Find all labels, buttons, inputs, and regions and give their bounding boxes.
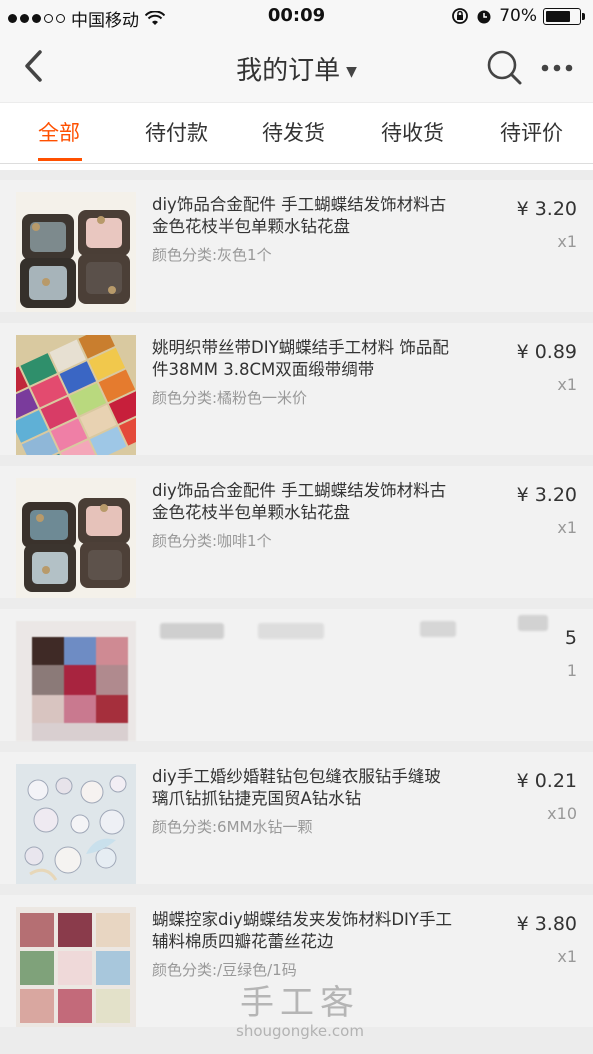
product-thumbnail xyxy=(16,764,136,884)
product-thumbnail xyxy=(16,192,136,312)
item-quantity: x1 xyxy=(557,375,577,394)
item-info: diy饰品合金配件 手工蝴蝶结发饰材料古金色花枝半包单颗水钻花盘 颜色分类:灰色… xyxy=(152,194,457,265)
orientation-lock-icon xyxy=(452,8,469,24)
tab-all[interactable]: 全部 xyxy=(38,117,80,147)
product-thumbnail xyxy=(16,907,136,1027)
item-title: diy饰品合金配件 手工蝴蝶结发饰材料古金色花枝半包单颗水钻花盘 xyxy=(152,481,447,522)
list-item[interactable]: diy饰品合金配件 手工蝴蝶结发饰材料古金色花枝半包单颗水钻花盘 颜色分类:咖啡… xyxy=(0,466,593,598)
item-price: ¥ 3.20 xyxy=(516,198,577,220)
item-price: ¥ 0.21 xyxy=(516,770,577,792)
caret-down-icon: ▼ xyxy=(346,63,357,80)
item-price: 5 xyxy=(564,627,577,649)
item-title: diy饰品合金配件 手工蝴蝶结发饰材料古金色花枝半包单颗水钻花盘 xyxy=(152,195,447,236)
item-quantity: x10 xyxy=(547,804,577,823)
item-info: diy手工婚纱婚鞋钻包包缝衣服钻手缝玻璃爪钻抓钻捷克国贸A钻水钻 颜色分类:6M… xyxy=(152,766,457,837)
item-quantity: 1 xyxy=(566,661,577,680)
item-title: 蝴蝶控家diy蝴蝶结发夹发饰材料DIY手工辅料棉质四瓣花蕾丝花边 xyxy=(152,910,452,951)
watermark-logo-text: 手工客 xyxy=(240,983,360,1023)
list-separator xyxy=(0,164,593,170)
blurred-text xyxy=(420,621,456,637)
item-title: 姚明织带丝带DIY蝴蝶结手工材料 饰品配件38MM 3.8CM双面缎带绸带 xyxy=(152,338,449,379)
tab-pending-review[interactable]: 待评价 xyxy=(500,117,563,147)
item-variant: 颜色分类:橘粉色一米价 xyxy=(152,389,308,407)
item-variant: 颜色分类:灰色1个 xyxy=(152,246,272,264)
tab-pending-receipt[interactable]: 待收货 xyxy=(381,117,444,147)
watermark-url: shougongke.com xyxy=(236,1022,364,1040)
item-price: ¥ 0.89 xyxy=(516,341,577,363)
item-quantity: x1 xyxy=(557,518,577,537)
more-icon[interactable] xyxy=(540,52,574,82)
list-item[interactable]: diy手工婚纱婚鞋钻包包缝衣服钻手缝玻璃爪钻抓钻捷克国贸A钻水钻 颜色分类:6M… xyxy=(0,752,593,884)
order-list: diy饰品合金配件 手工蝴蝶结发饰材料古金色花枝半包单颗水钻花盘 颜色分类:灰色… xyxy=(0,164,593,1038)
item-price: ¥ 3.80 xyxy=(516,913,577,935)
list-item[interactable]: diy饰品合金配件 手工蝴蝶结发饰材料古金色花枝半包单颗水钻花盘 颜色分类:灰色… xyxy=(0,180,593,312)
item-price: ¥ 3.20 xyxy=(516,484,577,506)
item-info: 姚明织带丝带DIY蝴蝶结手工材料 饰品配件38MM 3.8CM双面缎带绸带 颜色… xyxy=(152,337,457,408)
blurred-text xyxy=(258,623,324,639)
product-thumbnail xyxy=(16,478,136,598)
alarm-icon xyxy=(477,10,491,24)
list-item[interactable]: 姚明织带丝带DIY蝴蝶结手工材料 饰品配件38MM 3.8CM双面缎带绸带 颜色… xyxy=(0,323,593,455)
blurred-text xyxy=(160,623,224,639)
tab-pending-payment[interactable]: 待付款 xyxy=(145,117,208,147)
item-title: diy手工婚纱婚鞋钻包包缝衣服钻手缝玻璃爪钻抓钻捷克国贸A钻水钻 xyxy=(152,767,441,808)
watermark: 手工客 shougongke.com xyxy=(230,975,370,1040)
item-info: 蝴蝶控家diy蝴蝶结发夹发饰材料DIY手工辅料棉质四瓣花蕾丝花边 颜色分类:/豆… xyxy=(152,909,457,980)
item-info: diy饰品合金配件 手工蝴蝶结发饰材料古金色花枝半包单颗水钻花盘 颜色分类:咖啡… xyxy=(152,480,457,551)
status-right: 70% xyxy=(451,6,585,26)
item-quantity: x1 xyxy=(557,232,577,251)
list-item[interactable]: 5 1 xyxy=(0,609,593,741)
status-bar: 中国移动 00:09 70% xyxy=(0,0,593,32)
order-tabs: 全部 待付款 待发货 待收货 待评价 xyxy=(0,103,593,164)
page-title-text: 我的订单 xyxy=(236,56,341,86)
active-tab-indicator xyxy=(38,158,82,161)
search-icon[interactable] xyxy=(485,48,523,86)
tab-pending-shipment[interactable]: 待发货 xyxy=(262,117,325,147)
blurred-text xyxy=(518,615,548,631)
product-thumbnail xyxy=(16,621,136,741)
nav-bar: 我的订单 ▼ xyxy=(0,32,593,102)
battery-percent: 70% xyxy=(499,6,537,26)
item-quantity: x1 xyxy=(557,947,577,966)
item-variant: 颜色分类:6MM水钻一颗 xyxy=(152,818,313,836)
battery-icon xyxy=(543,7,585,25)
product-thumbnail xyxy=(16,335,136,455)
item-variant: 颜色分类:咖啡1个 xyxy=(152,532,272,550)
